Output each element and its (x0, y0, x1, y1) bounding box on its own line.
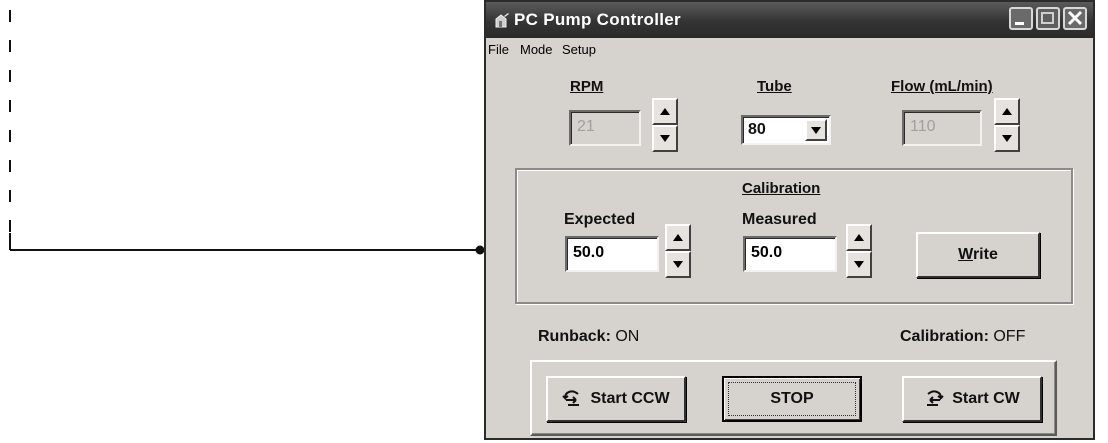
write-label-rest: rite (972, 246, 998, 263)
arrow-up-icon (673, 234, 683, 241)
measured-field[interactable]: 50.0 (743, 236, 837, 272)
rpm-decrement-button[interactable] (652, 125, 678, 152)
callout-leader-line (9, 10, 485, 255)
tube-select-value: 80 (748, 121, 766, 138)
tube-select[interactable]: 80 (741, 115, 831, 145)
start-ccw-button[interactable]: Start CCW (546, 376, 686, 422)
arrow-down-icon (854, 261, 864, 268)
rpm-increment-button[interactable] (652, 98, 678, 125)
write-button-label: Write (958, 234, 998, 276)
flow-field[interactable]: 110 (902, 110, 982, 146)
start-ccw-label: Start CCW (590, 390, 670, 407)
runback-status: Runback: ON (538, 328, 639, 346)
calibration-status: Calibration: OFF (900, 328, 1025, 346)
tube-label: Tube (757, 78, 792, 95)
write-button[interactable]: Write (916, 232, 1040, 278)
minimize-icon (1015, 22, 1024, 25)
arrow-down-icon (660, 135, 670, 142)
close-icon (1067, 10, 1083, 26)
runback-label: Runback: (538, 328, 611, 345)
measured-increment-button[interactable] (846, 224, 872, 251)
rpm-field[interactable]: 21 (569, 110, 641, 146)
stop-button[interactable]: STOP (722, 376, 862, 422)
expected-label: Expected (564, 211, 636, 228)
flow-spinner (994, 98, 1020, 152)
calibration-status-value: OFF (993, 328, 1026, 345)
pump-controller-window: PC Pump Controller File Mode Setup RPM 2… (484, 0, 1095, 440)
calibration-group-label: Calibration (742, 180, 821, 197)
arrow-up-icon (1002, 108, 1012, 115)
app-icon (495, 13, 509, 28)
flow-increment-button[interactable] (994, 98, 1020, 125)
write-accelerator: W (958, 246, 973, 263)
rotate-ccw-icon (562, 390, 580, 406)
rpm-label: RPM (570, 78, 604, 95)
calibration-status-label: Calibration: (900, 328, 989, 345)
chevron-down-icon (811, 127, 821, 134)
flow-label: Flow (mL/min) (891, 78, 993, 95)
arrow-down-icon (673, 261, 683, 268)
measured-spinner (846, 224, 872, 278)
start-cw-label: Start CW (952, 390, 1020, 407)
rpm-spinner (652, 98, 678, 152)
arrow-down-icon (1002, 135, 1012, 142)
minimize-button[interactable] (1009, 7, 1033, 30)
menu-file[interactable]: File (488, 42, 509, 57)
focus-ring (728, 382, 856, 416)
measured-decrement-button[interactable] (846, 251, 872, 278)
arrow-up-icon (854, 234, 864, 241)
maximize-button[interactable] (1036, 7, 1060, 30)
maximize-icon (1041, 12, 1054, 24)
rotate-cw-icon (927, 390, 944, 406)
flow-decrement-button[interactable] (994, 125, 1020, 152)
menu-setup[interactable]: Setup (562, 42, 596, 57)
title-bar[interactable]: PC Pump Controller (486, 2, 1093, 38)
menu-mode[interactable]: Mode (520, 42, 553, 57)
expected-field[interactable]: 50.0 (565, 236, 659, 272)
tube-dropdown-button[interactable] (805, 119, 827, 141)
runback-value: ON (615, 328, 640, 345)
close-button[interactable] (1063, 7, 1087, 30)
menu-bar: File Mode Setup (486, 38, 1093, 62)
expected-spinner (665, 224, 691, 278)
arrow-up-icon (660, 108, 670, 115)
expected-increment-button[interactable] (665, 224, 691, 251)
expected-decrement-button[interactable] (665, 251, 691, 278)
measured-label: Measured (742, 211, 817, 228)
start-cw-button[interactable]: Start CW (902, 376, 1042, 422)
window-title: PC Pump Controller (514, 10, 681, 29)
